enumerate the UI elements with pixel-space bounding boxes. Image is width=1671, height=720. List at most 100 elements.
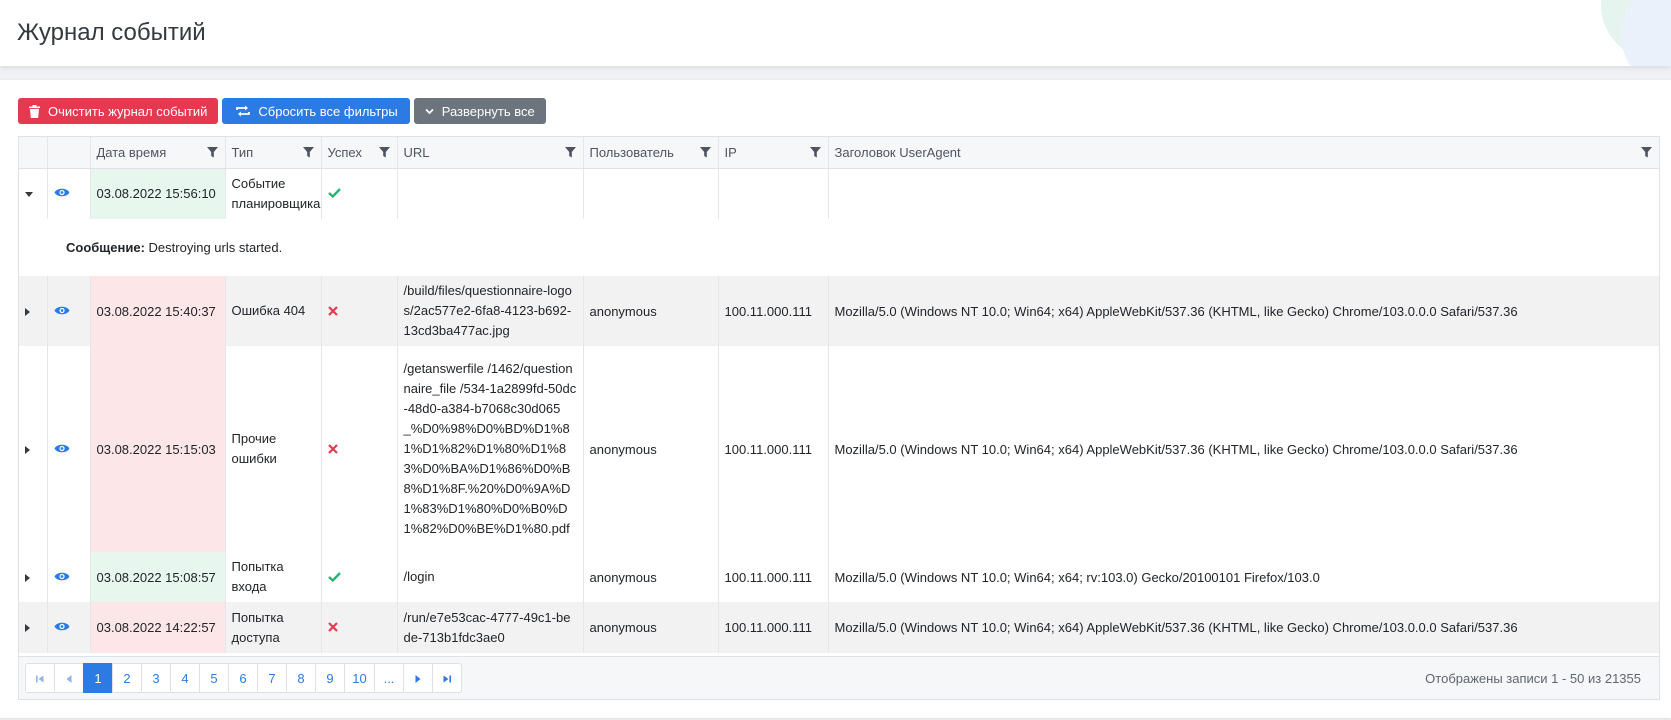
caret-right-icon xyxy=(415,671,421,686)
url-text: /run/e7e53cac-4777-49c1-bede-713b1fdc3ae… xyxy=(403,609,571,645)
filter-icon[interactable] xyxy=(302,146,314,158)
reset-filters-label: Сбросить все фильтры xyxy=(258,103,398,119)
last-page-button[interactable] xyxy=(432,663,462,693)
success-cell xyxy=(321,346,398,552)
filter-icon[interactable] xyxy=(378,146,390,158)
records-info: Отображены записи 1 - 50 из 21355 xyxy=(1425,671,1641,686)
url-cell: /run/e7e53cac-4777-49c1-bede-713b1fdc3ae… xyxy=(397,602,584,653)
detail-message: Сообщение: Destroying urls started. xyxy=(19,219,1659,276)
cross-icon xyxy=(327,442,338,457)
expand-toggle[interactable] xyxy=(19,276,48,346)
type-cell: Ошибка 404 xyxy=(225,276,322,346)
column-header-ip[interactable]: IP xyxy=(718,137,829,169)
table-row[interactable]: 03.08.2022 15:40:37 Ошибка 404 /build/fi… xyxy=(19,276,1659,346)
caret-right-icon xyxy=(25,304,31,319)
column-header-type[interactable]: Тип xyxy=(225,137,322,169)
detail-row: Сообщение: Destroying urls started. xyxy=(19,219,1659,276)
filter-icon[interactable] xyxy=(1641,146,1652,158)
view-button[interactable] xyxy=(47,552,91,602)
expand-toggle[interactable] xyxy=(19,552,48,602)
view-button[interactable] xyxy=(47,346,91,552)
url-text: /getanswerfile /1462/questionnaire_file … xyxy=(403,361,577,536)
trash-icon xyxy=(29,104,40,118)
expand-toggle[interactable] xyxy=(19,602,48,653)
page-button[interactable]: 9 xyxy=(315,663,345,693)
useragent-cell: Mozilla/5.0 (Windows NT 10.0; Win64; x64… xyxy=(834,441,1518,457)
eye-icon xyxy=(54,186,70,201)
column-label: Тип xyxy=(231,144,254,160)
table-row[interactable]: 03.08.2022 15:15:03 Прочие ошибки /getan… xyxy=(19,346,1659,552)
caret-down-icon xyxy=(25,186,33,201)
user-cell: anonymous xyxy=(583,602,719,653)
page-button[interactable]: 3 xyxy=(141,663,171,693)
first-page-button[interactable] xyxy=(25,663,55,693)
table-row[interactable]: 03.08.2022 15:08:57 Попытка входа /login… xyxy=(19,552,1659,602)
caret-right-icon xyxy=(25,570,31,585)
table-row[interactable]: 03.08.2022 14:22:57 Попытка доступа /run… xyxy=(19,602,1659,653)
url-cell: /build/files/questionnaire-logos/2ac577e… xyxy=(397,276,584,346)
view-button[interactable] xyxy=(47,602,91,653)
check-icon xyxy=(327,570,341,585)
page-button[interactable]: 6 xyxy=(228,663,258,693)
ip-cell xyxy=(718,168,829,219)
decor-circle xyxy=(1621,0,1671,66)
filter-icon[interactable] xyxy=(809,146,821,158)
column-header-useragent[interactable]: Заголовок UserAgent xyxy=(828,137,1659,169)
prev-page-button[interactable] xyxy=(54,663,84,693)
pager-bar: 1 2 3 4 5 6 7 8 9 10 ... Отображены запи… xyxy=(19,656,1659,699)
reset-filters-button[interactable]: Сбросить все фильтры xyxy=(222,98,410,124)
eye-icon xyxy=(54,442,70,457)
caret-left-icon xyxy=(66,671,72,686)
chevron-down-icon xyxy=(425,108,434,115)
column-header-url[interactable]: URL xyxy=(397,137,584,169)
view-button[interactable] xyxy=(47,276,91,346)
filter-icon[interactable] xyxy=(564,146,576,158)
event-grid: Дата время Тип Успех URL Пользователь IP… xyxy=(18,136,1660,700)
header-decoration xyxy=(1591,0,1671,66)
column-header-user[interactable]: Пользователь xyxy=(583,137,719,169)
filter-icon[interactable] xyxy=(699,146,711,158)
page-button[interactable]: 7 xyxy=(257,663,287,693)
event-table: Дата время Тип Успех URL Пользователь IP… xyxy=(19,137,1659,653)
type-cell: Попытка доступа xyxy=(225,602,322,653)
ip-cell: 100.11.000.111 xyxy=(718,602,829,653)
url-text: /build/files/questionnaire-logos/2ac577e… xyxy=(403,283,572,338)
date-cell: 03.08.2022 15:08:57 xyxy=(90,552,226,602)
clear-log-button[interactable]: Очистить журнал событий xyxy=(18,98,219,124)
page-title: Журнал событий xyxy=(17,19,206,46)
column-label: Успех xyxy=(327,144,362,160)
useragent-cell: Mozilla/5.0 (Windows NT 10.0; Win64; x64… xyxy=(834,569,1320,585)
table-row[interactable]: 03.08.2022 15:56:10 Событие планировщика xyxy=(19,168,1659,219)
user-cell: anonymous xyxy=(583,346,719,552)
clear-log-label: Очистить журнал событий xyxy=(48,103,208,119)
column-header-date[interactable]: Дата время xyxy=(90,137,226,169)
filter-icon[interactable] xyxy=(206,146,218,158)
page-button[interactable]: 2 xyxy=(112,663,142,693)
next-page-button[interactable] xyxy=(403,663,433,693)
eye-icon xyxy=(54,620,70,635)
page-button[interactable]: 10 xyxy=(344,663,375,693)
column-label: Дата время xyxy=(96,144,167,160)
page-button[interactable]: 4 xyxy=(170,663,200,693)
date-cell: 03.08.2022 15:15:03 xyxy=(90,346,226,552)
column-header-success[interactable]: Успех xyxy=(321,137,398,169)
expand-toggle[interactable] xyxy=(19,346,48,552)
expand-all-button[interactable]: Развернуть все xyxy=(413,98,546,124)
ip-cell: 100.11.000.111 xyxy=(718,346,829,552)
message-label: Сообщение: xyxy=(66,240,145,255)
view-button[interactable] xyxy=(47,168,91,219)
pagination: 1 2 3 4 5 6 7 8 9 10 ... xyxy=(25,663,462,693)
column-label: Заголовок UserAgent xyxy=(834,144,961,160)
date-cell: 03.08.2022 15:56:10 xyxy=(90,168,226,219)
url-cell: /getanswerfile /1462/questionnaire_file … xyxy=(397,346,584,552)
page-button[interactable]: 5 xyxy=(199,663,229,693)
column-label: URL xyxy=(403,144,430,160)
eye-icon xyxy=(54,570,70,585)
collapse-toggle[interactable] xyxy=(19,168,48,219)
more-pages-button[interactable]: ... xyxy=(374,663,404,693)
column-label: Пользователь xyxy=(589,144,674,160)
page-button[interactable]: 8 xyxy=(286,663,316,693)
cross-icon xyxy=(327,620,338,635)
page-button[interactable]: 1 xyxy=(83,663,113,693)
message-text: Destroying urls started. xyxy=(148,240,283,255)
